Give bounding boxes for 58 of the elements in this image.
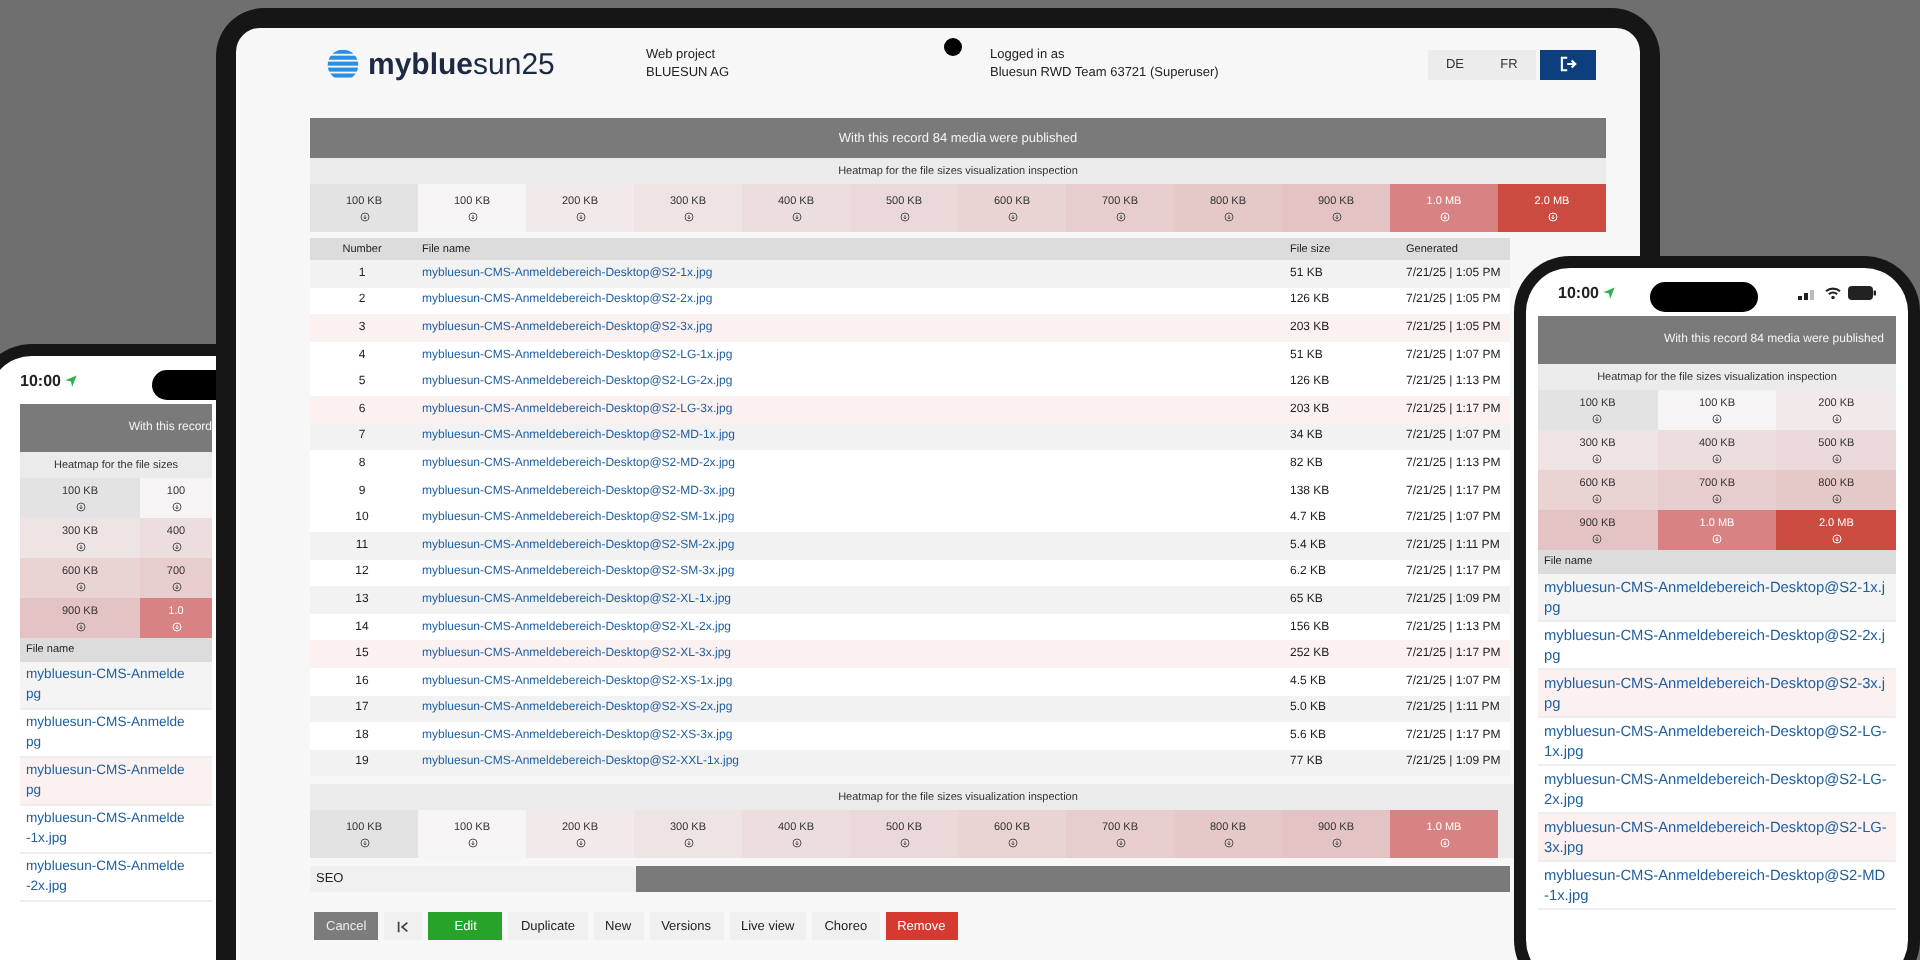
arrow-circle-icon: [1592, 493, 1603, 503]
arrow-circle-icon: [1007, 837, 1017, 848]
arrow-circle-icon: [791, 837, 801, 848]
arrow-circle-icon: [171, 501, 181, 511]
arrow-circle-icon: [1592, 453, 1603, 463]
arrow-circle-icon: [75, 621, 85, 631]
wifi-icon: [1824, 285, 1842, 299]
bar-arrow-icon: [396, 919, 411, 934]
arrow-circle-icon: [1711, 533, 1722, 543]
arrow-circle-icon: [575, 837, 585, 848]
arrow-circle-icon: [899, 837, 909, 848]
logout-button[interactable]: [1540, 49, 1596, 79]
arrow-circle-icon: [171, 541, 181, 551]
signal-icon: [1798, 285, 1818, 299]
dynamic-island: [1650, 282, 1758, 312]
logout-icon: [1559, 56, 1577, 72]
arrow-circle-icon: [1711, 413, 1722, 423]
arrow-circle-icon: [1439, 211, 1449, 221]
striped-globe-icon: [326, 47, 360, 81]
arrow-circle-icon: [1592, 533, 1603, 543]
location-arrow-icon: [1602, 285, 1617, 299]
arrow-circle-icon: [1115, 837, 1125, 848]
arrow-circle-icon: [1439, 837, 1449, 848]
arrow-circle-icon: [1331, 211, 1341, 221]
arrow-circle-icon: [1115, 211, 1125, 221]
arrow-circle-icon: [75, 501, 85, 511]
status-time: 10:00: [1558, 283, 1599, 301]
jump-start-button[interactable]: [384, 912, 423, 941]
arrow-circle-icon: [467, 837, 477, 848]
arrow-circle-icon: [171, 621, 181, 631]
arrow-circle-icon: [899, 211, 909, 221]
arrow-circle-icon: [1592, 413, 1603, 423]
arrow-circle-icon: [791, 211, 801, 221]
battery-icon: [1848, 285, 1876, 299]
arrow-circle-icon: [1711, 493, 1722, 503]
logo-text: mybluesun25: [368, 47, 555, 81]
arrow-circle-icon: [1831, 493, 1842, 503]
arrow-circle-icon: [1711, 453, 1722, 463]
arrow-circle-icon: [683, 837, 693, 848]
arrow-circle-icon: [467, 211, 477, 221]
arrow-circle-icon: [1547, 211, 1557, 221]
arrow-circle-icon: [683, 211, 693, 221]
arrow-circle-icon: [1007, 211, 1017, 221]
arrow-circle-icon: [1831, 533, 1842, 543]
arrow-circle-icon: [75, 541, 85, 551]
status-time: 10:00: [20, 371, 61, 389]
arrow-circle-icon: [359, 837, 369, 848]
arrow-circle-icon: [1223, 211, 1233, 221]
camera-dot: [944, 38, 962, 56]
arrow-circle-icon: [575, 211, 585, 221]
arrow-circle-icon: [1831, 413, 1842, 423]
arrow-circle-icon: [171, 581, 181, 591]
location-arrow-icon: [64, 373, 79, 387]
arrow-circle-icon: [1331, 837, 1341, 848]
arrow-circle-icon: [1831, 453, 1842, 463]
arrow-circle-icon: [359, 211, 369, 221]
arrow-circle-icon: [75, 581, 85, 591]
arrow-circle-icon: [1223, 837, 1233, 848]
